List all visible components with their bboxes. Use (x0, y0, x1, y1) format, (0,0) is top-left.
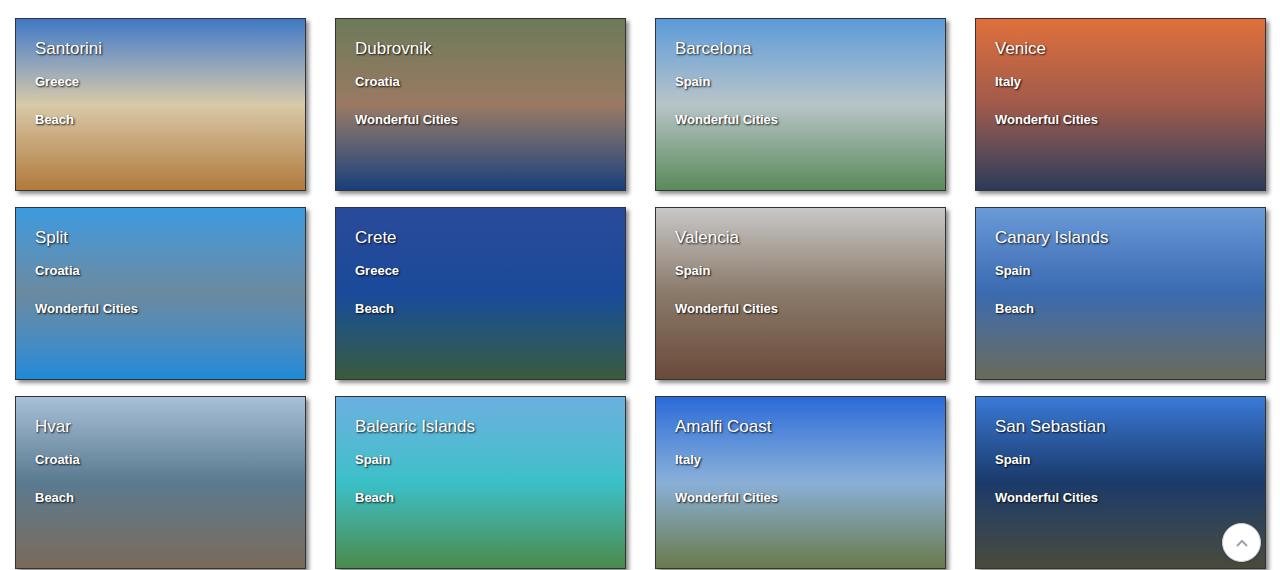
destination-category: Wonderful Cities (995, 490, 1265, 506)
destination-name: Valencia (675, 228, 945, 248)
destination-country: Spain (355, 452, 625, 468)
destination-card[interactable]: Crete Greece Beach (335, 207, 626, 380)
destination-category: Wonderful Cities (675, 301, 945, 317)
destination-country: Spain (675, 74, 945, 90)
destination-country: Greece (355, 263, 625, 279)
destination-card[interactable]: Barcelona Spain Wonderful Cities (655, 18, 946, 191)
destination-name: Hvar (35, 417, 305, 437)
destination-card[interactable]: Hvar Croatia Beach (15, 396, 306, 569)
destination-name: Crete (355, 228, 625, 248)
destination-name: Balearic Islands (355, 417, 625, 437)
destination-category: Beach (355, 301, 625, 317)
destination-country: Greece (35, 74, 305, 90)
destination-category: Wonderful Cities (675, 490, 945, 506)
destination-card[interactable]: Valencia Spain Wonderful Cities (655, 207, 946, 380)
destination-country: Croatia (35, 452, 305, 468)
destination-category: Wonderful Cities (675, 112, 945, 128)
destination-country: Croatia (355, 74, 625, 90)
destination-card[interactable]: Amalfi Coast Italy Wonderful Cities (655, 396, 946, 569)
destination-name: Venice (995, 39, 1265, 59)
destination-name: Dubrovnik (355, 39, 625, 59)
destination-name: Canary Islands (995, 228, 1265, 248)
destination-country: Spain (995, 452, 1265, 468)
destination-card[interactable]: Venice Italy Wonderful Cities (975, 18, 1266, 191)
scroll-top-button[interactable] (1222, 523, 1261, 562)
destination-country: Spain (995, 263, 1265, 279)
destination-card[interactable]: Dubrovnik Croatia Wonderful Cities (335, 18, 626, 191)
destination-name: Split (35, 228, 305, 248)
destination-category: Wonderful Cities (995, 112, 1265, 128)
destination-country: Italy (995, 74, 1265, 90)
destination-category: Wonderful Cities (355, 112, 625, 128)
destination-card[interactable]: Canary Islands Spain Beach (975, 207, 1266, 380)
destination-country: Italy (675, 452, 945, 468)
destination-name: Amalfi Coast (675, 417, 945, 437)
destination-card[interactable]: Split Croatia Wonderful Cities (15, 207, 306, 380)
destination-name: Santorini (35, 39, 305, 59)
destination-name: Barcelona (675, 39, 945, 59)
destination-country: Spain (675, 263, 945, 279)
destination-grid: Santorini Greece Beach Dubrovnik Croatia Wond… (0, 0, 1280, 569)
destination-category: Beach (995, 301, 1265, 317)
destination-name: San Sebastian (995, 417, 1265, 437)
destination-category: Beach (35, 112, 305, 128)
destination-category: Beach (35, 490, 305, 506)
destination-category: Beach (355, 490, 625, 506)
destination-card[interactable]: Santorini Greece Beach (15, 18, 306, 191)
destination-card[interactable]: Balearic Islands Spain Beach (335, 396, 626, 569)
destination-category: Wonderful Cities (35, 301, 305, 317)
destination-country: Croatia (35, 263, 305, 279)
chevron-up-icon (1234, 535, 1250, 551)
